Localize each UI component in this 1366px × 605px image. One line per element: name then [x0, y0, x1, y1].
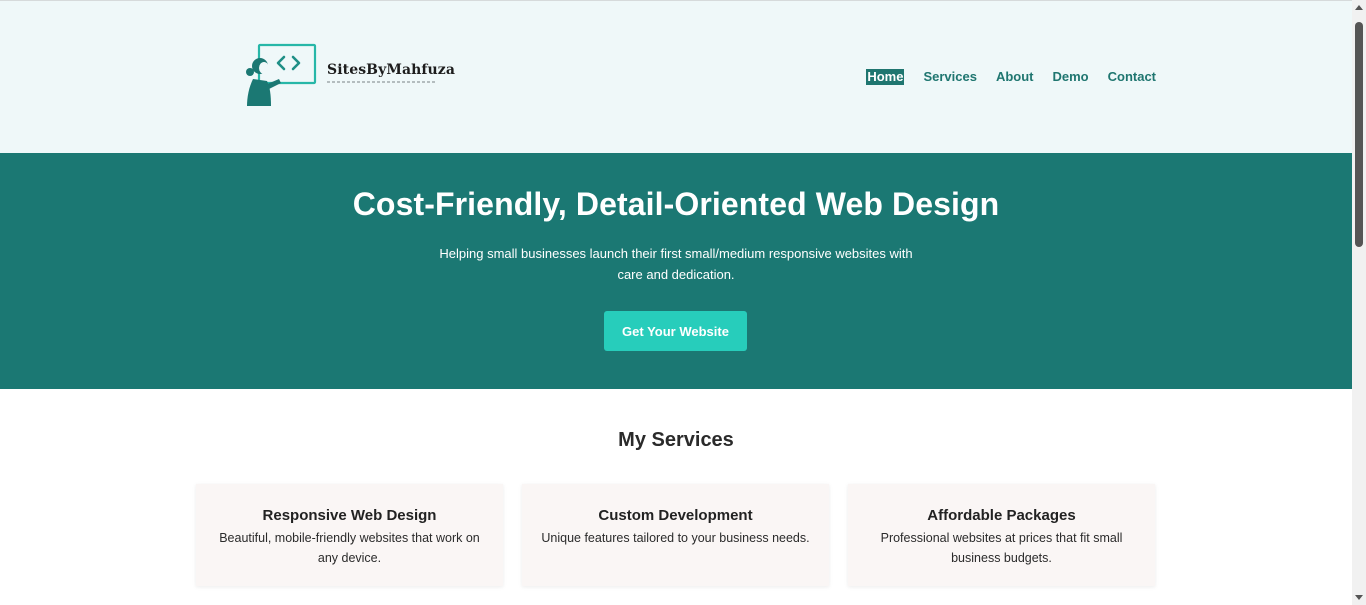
get-your-website-button[interactable]: Get Your Website	[604, 311, 747, 351]
service-card-responsive: Responsive Web Design Beautiful, mobile-…	[196, 484, 503, 586]
services-cards: Responsive Web Design Beautiful, mobile-…	[196, 484, 1155, 586]
service-card-description: Beautiful, mobile-friendly websites that…	[219, 531, 480, 565]
developer-with-code-screen-icon	[246, 43, 317, 106]
scrollbar-thumb[interactable]	[1355, 22, 1363, 247]
main-nav: Home Services About Demo Contact	[866, 69, 1156, 85]
nav-link-home[interactable]: Home	[866, 69, 905, 85]
service-card-title: Custom Development	[598, 507, 753, 524]
service-card-description: Unique features tailored to your busines…	[541, 531, 810, 545]
hero-subtitle: Helping small businesses launch their fi…	[439, 246, 913, 282]
service-card-affordable-packages: Affordable Packages Professional website…	[848, 484, 1155, 586]
logo-tagline-rule	[327, 80, 437, 83]
site-logo[interactable]: SitesByMahfuza	[243, 43, 455, 107]
nav-link-about[interactable]: About	[996, 69, 1034, 85]
nav-link-contact[interactable]: Contact	[1108, 69, 1156, 85]
service-card-title: Affordable Packages	[927, 507, 1076, 524]
nav-link-services[interactable]: Services	[923, 69, 977, 85]
page: SitesByMahfuza Home Services About Demo …	[0, 0, 1352, 605]
site-header: SitesByMahfuza Home Services About Demo …	[0, 0, 1352, 153]
scroll-up-arrow-icon[interactable]	[1355, 5, 1363, 10]
hero-title: Cost-Friendly, Detail-Oriented Web Desig…	[352, 186, 1000, 222]
vertical-scrollbar[interactable]	[1352, 0, 1366, 605]
scroll-down-arrow-icon[interactable]	[1355, 595, 1363, 600]
service-card-description: Professional websites at prices that fit…	[880, 531, 1123, 565]
nav-link-demo[interactable]: Demo	[1052, 69, 1088, 85]
logo-wordmark: SitesByMahfuza	[327, 61, 456, 78]
service-card-title: Responsive Web Design	[262, 507, 437, 524]
hero-section: Cost-Friendly, Detail-Oriented Web Desig…	[0, 153, 1352, 389]
service-card-custom-development: Custom Development Unique features tailo…	[522, 484, 829, 586]
services-heading: My Services	[618, 429, 734, 451]
